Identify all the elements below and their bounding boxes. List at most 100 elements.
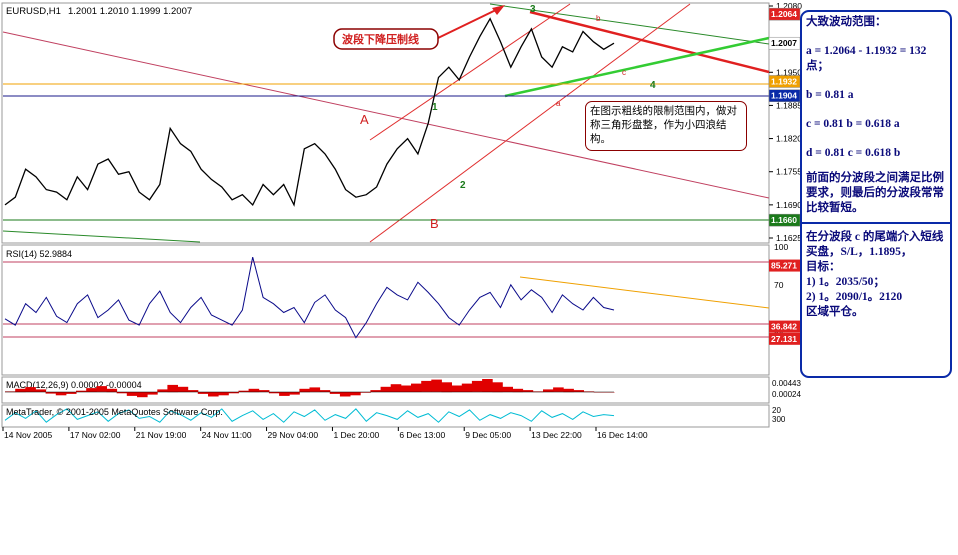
macd-bar [279,392,290,396]
macd-tick-label: 0.00024 [772,390,801,399]
lower-green-line [2,230,201,243]
macd-bar [380,386,392,392]
macd-bar [390,384,402,392]
rsi-panel-frame [1,244,770,376]
wave-label-A: A [360,112,369,127]
time-tick-label: 17 Nov 02:00 [70,430,121,440]
macd-bar [299,388,310,393]
time-tick-label: 13 Dec 22:00 [531,430,582,440]
stoch-ticks: 20300 [772,406,786,424]
time-tick-label: 16 Dec 14:00 [597,430,648,440]
note-line-1: 大致波动范围： [806,16,887,28]
ohlc-label: 1.2001 1.2010 1.1999 1.2007 [68,6,192,17]
macd-bar [106,388,118,393]
rsi-series-line [4,256,615,339]
wave-label-c: c [622,68,626,77]
macd-bar [411,383,422,392]
macd-bar [126,392,138,396]
level-box-label: 1.1932 [771,76,797,86]
macd-bar [96,386,107,392]
macd-bar [137,392,148,398]
notes-panel: 大致波动范围： a = 1.2064 - 1.1932 = 132点； b = … [800,10,952,378]
wave-label-2: 2 [460,180,466,191]
macd-bar [492,382,503,393]
macd-bar [25,387,36,392]
rsi-level-label: 27.131 [771,334,797,344]
level-box-label: 1.2007 [771,38,797,48]
time-tick-label: 6 Dec 13:00 [399,430,445,440]
macd-bar [512,388,524,393]
macd-bar [147,392,158,395]
stoch-tick-label: 20 [772,406,781,415]
callout-text: 在图示粗线的限制范围内，做对称三角形盘整，作为小四浪结构。 [590,105,737,145]
macd-bar [543,389,554,392]
note-line-10: 2) 1。2090/1。2120 [806,291,903,303]
macd-bar [289,392,300,395]
macd-bar [563,388,574,393]
macd-bar [482,379,493,392]
price-tick-label: 1.1690 [776,200,802,210]
macd-bar [309,387,321,392]
macd-bar [55,392,67,396]
macd-tick-label: 0.00443 [772,379,801,388]
pressure-line-label: 波段下降压制线 [342,32,419,46]
pressure-arrowhead [492,5,505,15]
macd-bar [35,389,47,392]
note-line-6: 前面的分波段之间满足比例要求，则最后的分波段常常比较暂短。 [806,172,944,214]
note-line-8: 目标： [806,261,841,273]
wave-label-3: 3 [530,4,536,15]
wave-label-b: b [596,14,601,23]
level-box-label: 1.2064 [771,9,797,19]
macd-bar [86,388,97,392]
macd-ticks: 0.00443 0.00024 [772,379,801,399]
time-tick-label: 9 Dec 05:00 [465,430,511,440]
note-line-5: d = 0.81 c = 0.618 b [806,147,901,159]
macd-bar [248,388,260,393]
macd-bar [553,387,564,392]
price-series-line [4,17,615,207]
macd-bar [208,392,219,397]
wave-label-a: a [556,99,561,108]
note-line-3: b = 0.81 a [806,89,854,101]
macd-bar [167,384,178,393]
level-box-label: 1.1904 [771,91,797,101]
note-line-2: a = 1.2064 - 1.1932 = 132点； [806,45,927,72]
macd-bar [15,388,26,393]
macd-bar [451,385,463,392]
wave-label-1: 1 [432,102,438,113]
triangle-callout: 在图示粗线的限制范围内，做对称三角形盘整，作为小四浪结构。 [585,101,747,151]
macd-bar [400,385,412,392]
level-box-label: 1.1660 [771,215,797,225]
pressure-arrow [437,7,501,39]
macd-bar [431,379,442,392]
time-tick-label: 21 Nov 19:00 [136,430,187,440]
macd-bar [177,386,189,392]
note-line-4: c = 0.81 b = 0.618 a [806,118,900,130]
note-line-9: 1) 1。2035/50； [806,276,885,288]
time-tick-label: 24 Nov 11:00 [202,430,252,440]
macd-bar [421,380,432,392]
symbol-label: EURUSD,H1 [6,6,61,17]
wave-label-B: B [430,216,439,231]
rsi-level-label: 36.842 [771,322,797,332]
chart-root: EURUSD,H1 1.2001 1.2010 1.1999 1.2007 1.… [0,0,958,550]
time-tick-label: 1 Dec 20:00 [333,430,379,440]
time-tick-label: 29 Nov 04:00 [268,430,319,440]
rsi-ticks: 100703085.27136.84227.131 [769,242,800,345]
wave-label-4: 4 [650,80,656,91]
rsi-tick-label: 100 [774,242,788,252]
macd-bar [461,383,473,392]
time-axis: 14 Nov 2005 17 Nov 02:00 21 Nov 19:00 24 No… [2,427,648,440]
level-boxes: 1.2064 1.2007 1.1932 1.1904 1.1660 [768,7,801,227]
rsi-marks [4,256,615,339]
price-tick-label: 1.1755 [776,167,802,177]
note-line-11: 区域平仓。 [806,306,864,318]
stoch-tick-label: 300 [772,415,786,424]
time-tick-label: 14 Nov 2005 [4,430,52,440]
macd-bar [157,389,168,392]
triangle-support-line [504,36,770,98]
rsi-title: RSI(14) 52.9884 [6,249,72,259]
macd-bar [218,392,229,396]
note-line-7: 在分波段 c 的尾端介入短线买盘，S/L，1.1895， [806,231,944,258]
copyright-label: MetaTrader, © 2001-2005 MetaQuotes Softw… [6,407,223,417]
